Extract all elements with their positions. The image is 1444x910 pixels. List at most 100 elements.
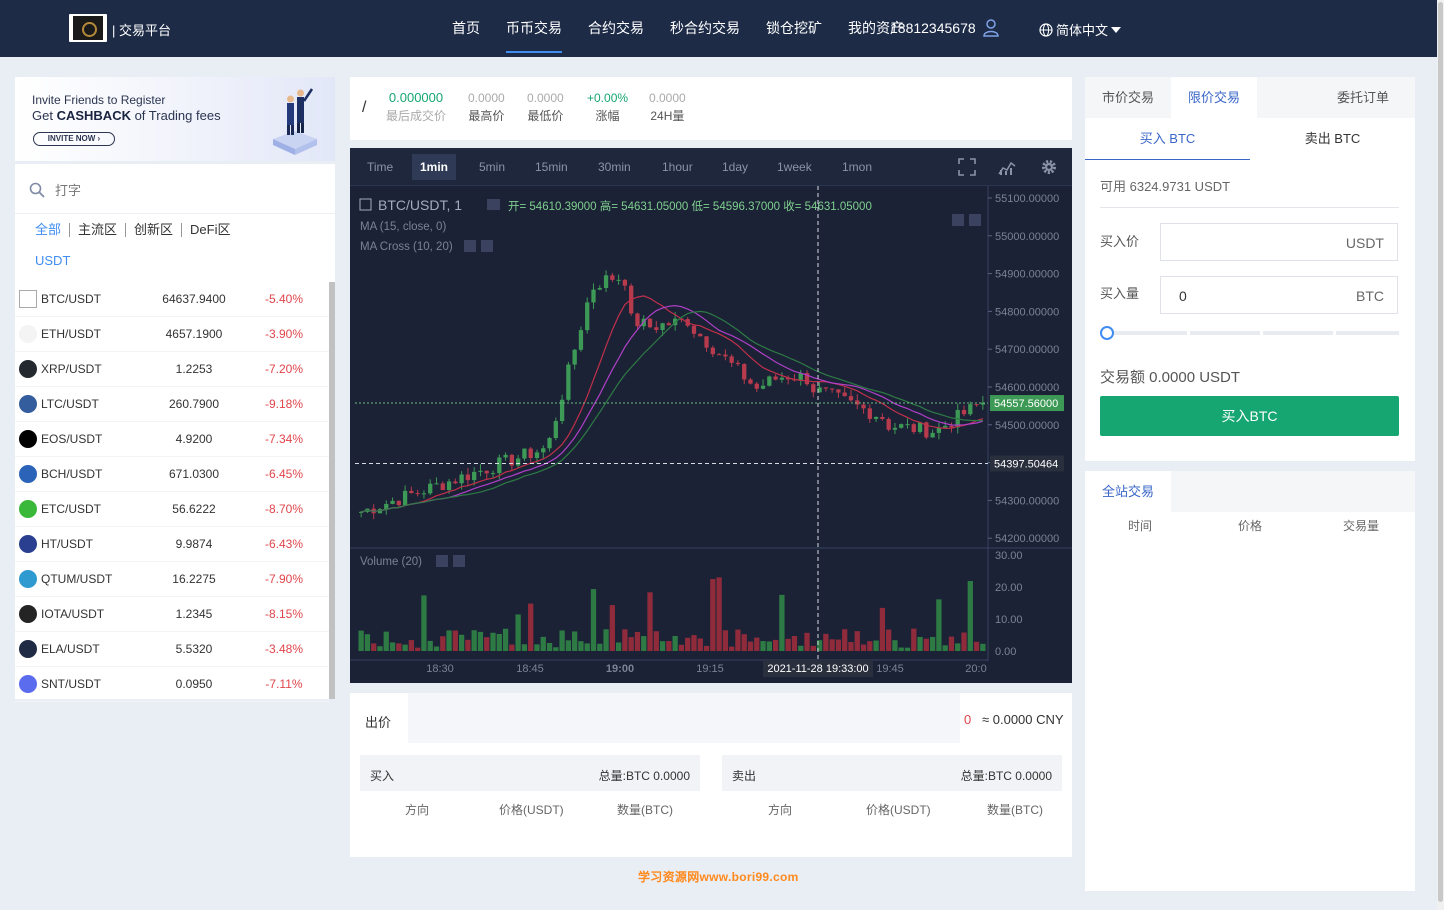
volume-bar bbox=[948, 636, 955, 651]
coin-row[interactable]: BCH/USDT 671.0300 -6.45% bbox=[15, 457, 329, 492]
coin-list: BTC/USDT 64637.9400 -5.40% ETH/USDT 4657.190… bbox=[15, 282, 329, 702]
coin-change: -8.15% bbox=[264, 607, 304, 621]
volume-bar bbox=[741, 634, 747, 651]
volume-bar bbox=[754, 637, 760, 651]
nav-lock-mining[interactable]: 锁仓挖矿 bbox=[754, 0, 834, 57]
volume-bar bbox=[452, 630, 458, 651]
page-scrollbar[interactable] bbox=[1437, 0, 1444, 910]
candle bbox=[603, 275, 609, 288]
xrp-icon bbox=[19, 360, 37, 378]
candle bbox=[811, 384, 816, 393]
candle bbox=[396, 500, 401, 506]
indicator-icon[interactable] bbox=[998, 158, 1016, 176]
coin-row[interactable]: ELA/USDT 5.5320 -3.48% bbox=[15, 632, 329, 667]
tf-1mon[interactable]: 1mon bbox=[834, 154, 880, 180]
tab-open-orders[interactable]: 委托订单 bbox=[1337, 77, 1389, 118]
volume-tick-label: 30.00 bbox=[995, 550, 1023, 562]
tab-market-order[interactable]: 市价交易 bbox=[1085, 77, 1171, 118]
language-selector[interactable]: 简体中文 bbox=[1039, 20, 1122, 39]
legend-macross: MA Cross (10, 20) bbox=[360, 241, 453, 253]
coin-row[interactable]: HT/USDT 9.9874 -6.43% bbox=[15, 527, 329, 562]
user-icon[interactable] bbox=[983, 19, 999, 37]
volume-settings-icon bbox=[436, 555, 448, 567]
tf-1day[interactable]: 1day bbox=[714, 154, 756, 180]
market-list-scrollbar[interactable] bbox=[329, 282, 335, 699]
volume-bar bbox=[703, 645, 710, 651]
coin-row[interactable]: ETC/USDT 56.6222 -8.70% bbox=[15, 492, 329, 527]
tab-limit-order[interactable]: 限价交易 bbox=[1171, 77, 1257, 118]
candle bbox=[446, 481, 452, 491]
coin-row[interactable]: BTC/USDT 64637.9400 -5.40% bbox=[15, 282, 329, 317]
search-input[interactable] bbox=[55, 178, 315, 202]
zone-usdt[interactable]: USDT bbox=[35, 254, 78, 268]
user-phone[interactable]: 18812345678 bbox=[890, 20, 976, 36]
tf-30min[interactable]: 30min bbox=[590, 154, 639, 180]
buy-qty-input[interactable]: 0 BTC bbox=[1160, 276, 1398, 314]
zone-innovation[interactable]: 创新区 bbox=[125, 223, 181, 237]
tab-sell-btc[interactable]: 卖出 BTC bbox=[1250, 118, 1415, 160]
coin-row[interactable]: QTUM/USDT 16.2275 -7.90% bbox=[15, 562, 329, 597]
trade-amount: 交易额 0.0000 USDT bbox=[1100, 369, 1241, 386]
tf-1hour[interactable]: 1hour bbox=[654, 154, 701, 180]
candle bbox=[660, 323, 665, 330]
invite-banner[interactable]: Invite Friends to Register Get CASHBACK … bbox=[15, 77, 335, 161]
volume-bar bbox=[879, 607, 886, 651]
tab-site-trades[interactable]: 全站交易 bbox=[1085, 471, 1171, 512]
nav-home[interactable]: 首页 bbox=[440, 0, 492, 57]
price-tick-label: 54600.00000 bbox=[995, 382, 1059, 394]
coin-price: 4.9200 bbox=[175, 432, 213, 446]
nav-spot-trading[interactable]: 币币交易 bbox=[494, 0, 574, 57]
coin-row[interactable]: IOTA/USDT 1.2345 -8.15% bbox=[15, 597, 329, 632]
tf-15min[interactable]: 15min bbox=[527, 154, 576, 180]
buy-price-input[interactable]: USDT bbox=[1160, 223, 1398, 261]
zone-mainstream[interactable]: 主流区 bbox=[69, 223, 125, 237]
logo[interactable] bbox=[69, 14, 107, 42]
bid-price-input[interactable] bbox=[408, 693, 960, 743]
legend-up-icon bbox=[952, 214, 964, 226]
candle bbox=[748, 379, 753, 384]
cny-equivalent: ≈ 0.0000 CNY bbox=[982, 712, 1064, 727]
candle bbox=[516, 458, 521, 466]
percentage-slider[interactable] bbox=[1100, 326, 1399, 340]
kline-chart[interactable]: Time 1min 5min 15min 30min 1hour 1day 1w… bbox=[350, 148, 1072, 683]
nav-second-contract[interactable]: 秒合约交易 bbox=[658, 0, 752, 57]
tf-time[interactable]: Time bbox=[359, 154, 401, 180]
volume-bar bbox=[634, 631, 641, 651]
volume-bar bbox=[929, 636, 936, 651]
ticker-high: 0.0000 最高价 bbox=[468, 91, 505, 123]
invite-now-button[interactable]: INVITE NOW › bbox=[33, 132, 115, 146]
buy-price-label: 买入价 bbox=[1100, 234, 1140, 249]
coin-row[interactable]: XRP/USDT 1.2253 -7.20% bbox=[15, 352, 329, 387]
businessmen-illustration bbox=[273, 88, 317, 155]
coin-row[interactable]: EOS/USDT 4.9200 -7.34% bbox=[15, 422, 329, 457]
coin-row[interactable]: SNT/USDT 0.0950 -7.11% bbox=[15, 667, 329, 702]
fullscreen-icon[interactable] bbox=[958, 158, 976, 176]
legend-collapse-icon bbox=[359, 198, 372, 211]
volume-bar bbox=[967, 581, 973, 651]
volume-bar bbox=[842, 629, 848, 651]
coin-row[interactable]: ETH/USDT 4657.1900 -3.90% bbox=[15, 317, 329, 352]
nav-contract-trading[interactable]: 合约交易 bbox=[576, 0, 656, 57]
tf-1min[interactable]: 1min bbox=[412, 154, 457, 180]
settings-gear-icon[interactable] bbox=[1040, 158, 1058, 176]
volume-bar bbox=[433, 646, 440, 651]
zone-all[interactable]: 全部 bbox=[35, 223, 69, 237]
volume-bar bbox=[810, 645, 816, 651]
volume-bar bbox=[377, 646, 383, 651]
bid-zero-value: 0 bbox=[964, 712, 972, 727]
time-tick-label: 18:30 bbox=[426, 663, 454, 675]
buy-col-direction: 方向 bbox=[405, 803, 430, 817]
buy-btc-button[interactable]: 买入BTC bbox=[1100, 396, 1399, 436]
zone-defi[interactable]: DeFi区 bbox=[181, 223, 238, 237]
coin-row[interactable]: LTC/USDT 260.7900 -9.18% bbox=[15, 387, 329, 422]
candlestick-plot[interactable]: BTC/USDT, 1 开= 54610.39000 高= 54631.0500… bbox=[350, 186, 1072, 683]
tf-1week[interactable]: 1week bbox=[769, 154, 820, 180]
volume-bar bbox=[647, 592, 653, 651]
tf-5min[interactable]: 5min bbox=[471, 154, 513, 180]
trade-panel: 市价交易 限价交易 委托订单 买入 BTC 卖出 BTC 可用 6324.973… bbox=[1085, 77, 1415, 461]
volume-bar bbox=[389, 642, 396, 651]
candle bbox=[943, 425, 948, 428]
candle bbox=[522, 448, 527, 459]
tab-buy-btc[interactable]: 买入 BTC bbox=[1085, 118, 1250, 160]
candle bbox=[666, 323, 671, 326]
